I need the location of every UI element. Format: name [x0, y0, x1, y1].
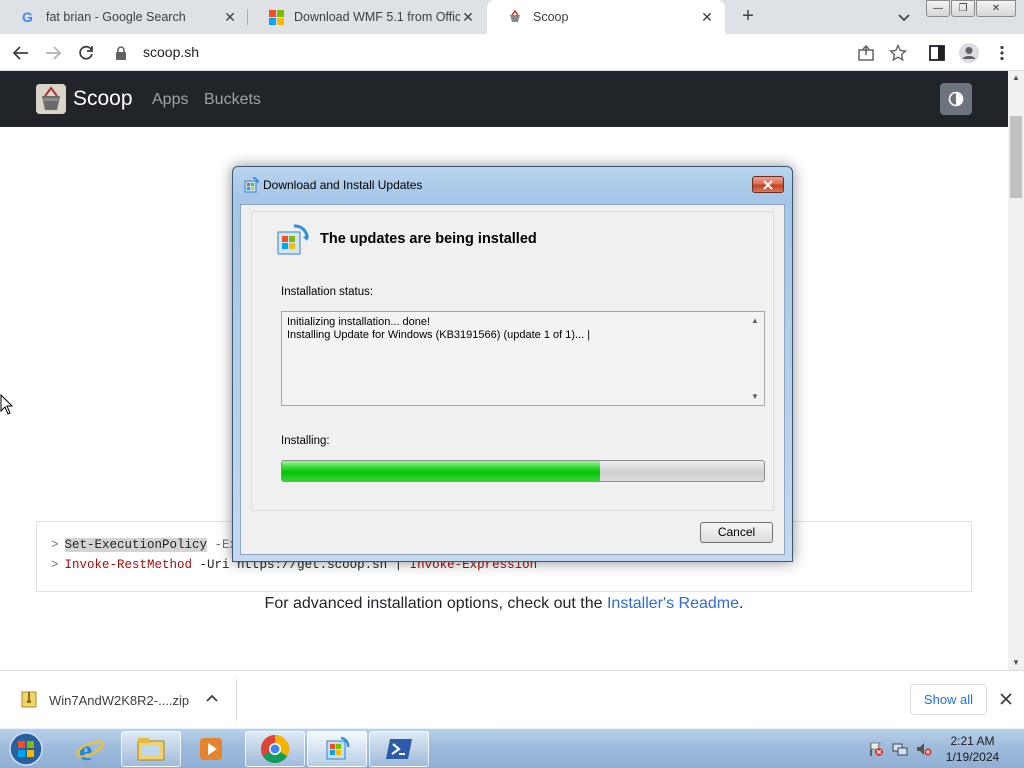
- window-close-icon[interactable]: ✕: [976, 0, 1016, 17]
- install-progress-bar: [281, 460, 765, 482]
- scroll-up-icon[interactable]: ▲: [1008, 71, 1024, 85]
- restore-icon[interactable]: ❐: [951, 0, 975, 17]
- windows-update-large-icon: [274, 223, 310, 259]
- back-arrow-icon[interactable]: [10, 42, 32, 64]
- progress-fill: [282, 461, 601, 481]
- close-tab-icon[interactable]: ✕: [699, 9, 715, 25]
- advanced-end: .: [738, 595, 744, 612]
- scoop-icon: [507, 9, 523, 25]
- dialog-body: The updates are being installed Installa…: [240, 204, 785, 555]
- code-command[interactable]: Set-ExecutionPolicy: [64, 538, 208, 552]
- code-command: Invoke-RestMethod: [64, 558, 193, 572]
- profile-avatar-icon[interactable]: [958, 42, 980, 64]
- close-tab-icon[interactable]: ✕: [222, 9, 238, 25]
- close-icon: [763, 179, 773, 190]
- tab-search-icon[interactable]: [895, 8, 913, 26]
- scoop-logo-icon[interactable]: [36, 84, 66, 114]
- shelf-divider: [236, 679, 237, 721]
- google-icon: G: [20, 9, 36, 25]
- download-filename[interactable]: Win7AndW2K8R2-....zip: [49, 693, 189, 708]
- cancel-button[interactable]: Cancel: [700, 522, 773, 543]
- forward-arrow-icon[interactable]: [42, 42, 64, 64]
- code-line-1: > Set-ExecutionPolicy -Exe: [51, 538, 245, 556]
- tab-title: Download WMF 5.1 from Official: [294, 10, 460, 24]
- start-orb-icon[interactable]: [6, 730, 46, 768]
- dialog-panel: The updates are being installed Installa…: [251, 211, 774, 511]
- clock-time: 2:21 AM: [950, 734, 995, 748]
- zip-file-icon: [21, 691, 37, 708]
- chrome-icon[interactable]: [245, 731, 305, 767]
- theme-toggle-button[interactable]: [940, 83, 972, 115]
- action-center-flag-icon[interactable]: [868, 741, 884, 757]
- installing-label: Installing:: [281, 435, 330, 447]
- windows-update-icon[interactable]: [307, 731, 367, 767]
- side-panel-icon[interactable]: [926, 42, 948, 64]
- file-explorer-icon[interactable]: [121, 731, 181, 767]
- prompt-chevron: >: [51, 538, 59, 552]
- scroll-down-icon[interactable]: ▼: [751, 392, 759, 401]
- share-icon[interactable]: [855, 42, 877, 64]
- tab-title: fat brian - Google Search: [46, 10, 186, 24]
- microsoft-icon: [268, 9, 284, 25]
- tab-scoop[interactable]: Scoop ✕: [487, 0, 725, 34]
- update-dialog-window: Download and Install Updates The updates…: [232, 166, 793, 562]
- show-all-button[interactable]: Show all: [910, 684, 987, 715]
- site-brand[interactable]: Scoop: [73, 87, 133, 111]
- lock-icon[interactable]: [114, 42, 128, 64]
- nav-apps-link[interactable]: Apps: [152, 91, 188, 109]
- dialog-title: Download and Install Updates: [263, 178, 423, 192]
- advanced-options-text: For advanced installation options, check…: [0, 595, 1008, 613]
- network-icon[interactable]: [892, 741, 908, 757]
- scroll-down-icon[interactable]: ▼: [1008, 656, 1024, 670]
- installation-status-textbox[interactable]: Initializing installation... done! Insta…: [281, 311, 765, 406]
- tab-google-search[interactable]: G fat brian - Google Search ✕: [0, 0, 248, 34]
- close-shelf-icon[interactable]: [997, 690, 1015, 708]
- page-scrollbar[interactable]: ▲ ▼: [1008, 71, 1024, 670]
- status-line: Installing Update for Windows (KB3191566…: [287, 329, 591, 341]
- dialog-heading: The updates are being installed: [320, 231, 537, 247]
- site-navbar: Scoop Apps Buckets: [0, 71, 1008, 127]
- status-line: Initializing installation... done!: [287, 316, 431, 328]
- svg-text:G: G: [22, 10, 33, 24]
- close-tab-icon[interactable]: ✕: [460, 9, 476, 25]
- tab-title: Scoop: [533, 10, 569, 24]
- menu-kebab-icon[interactable]: [991, 42, 1013, 64]
- status-scrollbar[interactable]: ▲ ▼: [747, 312, 764, 405]
- tab-strip: G fat brian - Google Search ✕ Download W…: [0, 0, 1024, 34]
- dialog-close-button[interactable]: [752, 176, 784, 193]
- new-tab-button[interactable]: +: [736, 5, 760, 29]
- downloads-shelf: Win7AndW2K8R2-....zip Show all: [0, 670, 1024, 728]
- nav-buckets-link[interactable]: Buckets: [204, 91, 261, 109]
- installer-readme-link[interactable]: Installer's Readme: [607, 595, 739, 612]
- bookmark-star-icon[interactable]: [887, 42, 909, 64]
- windows-taskbar: e 2:21 AM 1/19/2024: [0, 728, 1024, 768]
- powershell-icon[interactable]: [369, 731, 429, 767]
- browser-toolbar: scoop.sh: [0, 34, 1024, 71]
- address-bar[interactable]: scoop.sh: [143, 44, 199, 60]
- chevron-up-icon[interactable]: [204, 691, 220, 707]
- taskbar-clock[interactable]: 2:21 AM 1/19/2024: [930, 733, 1015, 765]
- contrast-icon: [948, 91, 964, 107]
- scroll-up-icon[interactable]: ▲: [751, 316, 759, 325]
- window-controls: — ❐ ✕: [926, 0, 1017, 18]
- advanced-text: For advanced installation options, check…: [264, 595, 607, 612]
- reload-icon[interactable]: [75, 42, 97, 64]
- media-player-icon[interactable]: [181, 731, 241, 767]
- mouse-cursor-icon: [0, 393, 14, 416]
- scroll-thumb[interactable]: [1010, 116, 1022, 198]
- tab-wmf-download[interactable]: Download WMF 5.1 from Official ✕: [248, 0, 486, 34]
- minimize-icon[interactable]: —: [926, 0, 950, 17]
- windows-update-icon: [243, 177, 259, 193]
- installation-status-label: Installation status:: [281, 286, 374, 298]
- clock-date: 1/19/2024: [945, 750, 1000, 764]
- prompt-chevron: >: [51, 558, 59, 572]
- internet-explorer-icon[interactable]: e: [60, 731, 120, 767]
